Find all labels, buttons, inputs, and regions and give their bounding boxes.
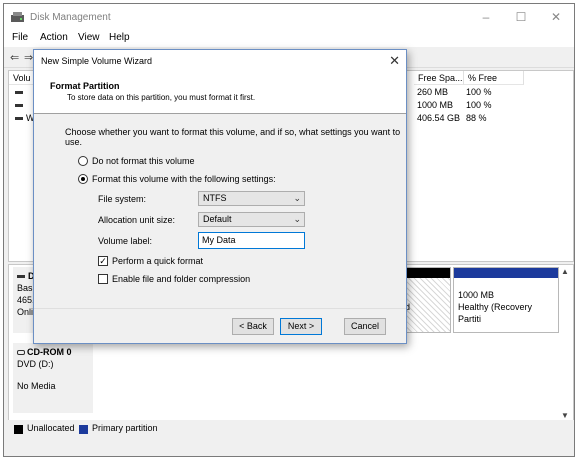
chevron-down-icon: ⌄ xyxy=(293,193,301,203)
volume-label-label: Volume label: xyxy=(98,236,153,246)
wizard-header: Format Partition To store data on this p… xyxy=(34,72,406,114)
minimize-icon[interactable]: – xyxy=(471,8,501,26)
cdrom-name: CD-ROM 0 xyxy=(27,347,72,357)
partition-b-status: Healthy (Recovery Partiti xyxy=(458,302,533,324)
cdrom-status: No Media xyxy=(17,381,56,391)
pct-free-cell: 100 % xyxy=(466,100,492,110)
file-system-select[interactable]: NTFS ⌄ xyxy=(198,191,305,206)
free-space-cell: 406.54 GB xyxy=(417,113,461,123)
wizard-footer: < Back Next > Cancel xyxy=(34,308,406,343)
legend-primary-label: Primary partition xyxy=(92,423,158,433)
wizard-subheading: To store data on this partition, you mus… xyxy=(67,93,256,102)
column-header-pct-free[interactable]: % Free xyxy=(464,71,524,85)
menu-action[interactable]: Action xyxy=(40,32,68,43)
title-bar: Disk Management – ☐ ✕ xyxy=(4,4,574,30)
disk-management-app-icon xyxy=(11,12,24,22)
menu-view[interactable]: View xyxy=(78,32,100,43)
close-window-icon[interactable]: ✕ xyxy=(541,8,571,26)
menu-help[interactable]: Help xyxy=(109,32,130,43)
wizard-heading: Format Partition xyxy=(50,81,120,91)
do-not-format-radio[interactable] xyxy=(78,156,88,166)
compression-label[interactable]: Enable file and folder compression xyxy=(112,274,250,284)
scroll-up-icon[interactable]: ▲ xyxy=(559,267,571,279)
disk-icon xyxy=(17,275,25,279)
menu-bar: File Action View Help xyxy=(4,30,574,47)
partition-b-size: 1000 MB xyxy=(458,290,495,300)
cdrom-drive: DVD (D:) xyxy=(17,359,54,369)
cdrom-0-label[interactable]: CD-ROM 0 DVD (D:) No Media xyxy=(13,343,93,413)
format-volume-label[interactable]: Format this volume with the following se… xyxy=(92,174,276,184)
legend-primary-swatch xyxy=(79,425,88,434)
pct-free-cell: 88 % xyxy=(466,113,487,123)
volume-row-icon xyxy=(15,104,23,107)
free-space-cell: 1000 MB xyxy=(417,100,454,110)
volume-row-icon xyxy=(15,91,23,94)
radio-selected-dot xyxy=(81,177,85,181)
legend: Unallocated Primary partition xyxy=(8,420,574,438)
legend-unallocated-label: Unallocated xyxy=(27,423,75,433)
maximize-icon[interactable]: ☐ xyxy=(506,8,536,26)
close-icon[interactable]: ✕ xyxy=(389,53,400,69)
forward-arrow-icon[interactable]: ⇒ xyxy=(24,51,33,64)
cancel-button[interactable]: Cancel xyxy=(344,318,386,335)
wizard-title-bar: New Simple Volume Wizard ✕ xyxy=(34,50,406,72)
partition-header-bar xyxy=(454,268,558,278)
wizard-title: New Simple Volume Wizard xyxy=(41,56,153,66)
allocation-unit-label: Allocation unit size: xyxy=(98,215,176,225)
allocation-unit-select[interactable]: Default ⌄ xyxy=(198,212,305,227)
chevron-down-icon: ⌄ xyxy=(293,214,301,224)
back-button[interactable]: < Back xyxy=(232,318,274,335)
quick-format-label[interactable]: Perform a quick format xyxy=(112,256,203,266)
free-space-cell: 260 MB xyxy=(417,87,449,97)
back-arrow-icon[interactable]: ⇐ xyxy=(10,51,19,64)
do-not-format-label[interactable]: Do not format this volume xyxy=(92,156,195,166)
menu-file[interactable]: File xyxy=(12,32,28,43)
file-system-label: File system: xyxy=(98,194,147,204)
app-title: Disk Management xyxy=(30,12,111,23)
quick-format-checkbox[interactable]: ✓ xyxy=(98,256,108,266)
next-button[interactable]: Next > xyxy=(280,318,322,335)
legend-unallocated-swatch xyxy=(14,425,23,434)
wizard-instruction: Choose whether you want to format this v… xyxy=(65,127,401,147)
allocation-unit-value: Default xyxy=(203,214,232,224)
column-header-free-space[interactable]: Free Spa... xyxy=(414,71,464,85)
volume-row-icon xyxy=(15,117,23,120)
file-system-value: NTFS xyxy=(203,193,227,203)
new-simple-volume-wizard: New Simple Volume Wizard ✕ Format Partit… xyxy=(33,49,407,344)
pct-free-cell: 100 % xyxy=(466,87,492,97)
checkmark-icon: ✓ xyxy=(99,256,107,266)
cdrom-icon xyxy=(17,350,25,356)
partition-recovery[interactable]: 1000 MB Healthy (Recovery Partiti xyxy=(453,267,559,333)
format-volume-radio[interactable] xyxy=(78,174,88,184)
compression-checkbox[interactable] xyxy=(98,274,108,284)
volume-label-input[interactable]: My Data xyxy=(198,232,305,249)
